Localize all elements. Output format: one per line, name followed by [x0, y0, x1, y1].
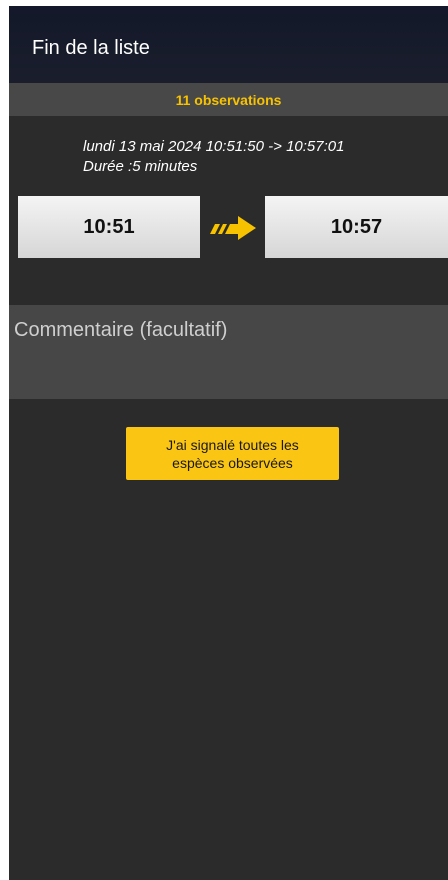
all-species-reported-button[interactable]: J'ai signalé toutes les espèces observée…: [126, 427, 339, 480]
comment-placeholder: Commentaire (facultatif): [14, 319, 228, 341]
observations-count: 11 observations: [175, 92, 282, 108]
end-time-label: 10:57: [330, 215, 383, 238]
done-button-line2: espèces observées: [172, 454, 293, 471]
app-bar: Fin de la liste: [9, 6, 448, 83]
screen: Fin de la liste 11 observations lundi 13…: [9, 6, 448, 880]
start-time-button[interactable]: 10:51: [18, 196, 200, 258]
arrow-right-icon: [210, 216, 256, 240]
observations-count-bar: 11 observations: [9, 83, 448, 116]
done-button-line1: J'ai signalé toutes les: [166, 436, 299, 453]
end-time-button[interactable]: 10:57: [265, 196, 448, 258]
page-title: Fin de la liste: [32, 37, 150, 59]
session-duration: Durée :5 minutes: [83, 158, 198, 175]
start-time-label: 10:51: [83, 215, 135, 238]
session-date-range: lundi 13 mai 2024 10:51:50 -> 10:57:01: [83, 138, 345, 155]
comment-field[interactable]: Commentaire (facultatif): [9, 305, 448, 399]
